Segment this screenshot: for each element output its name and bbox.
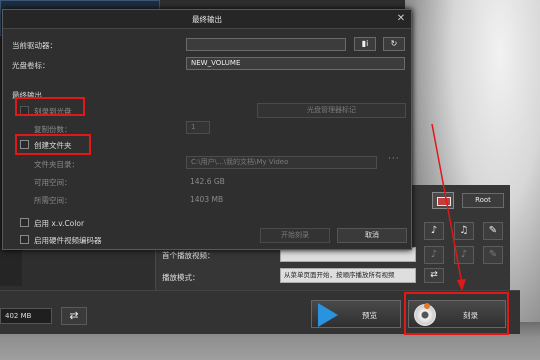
edit-icon[interactable]: ✎: [483, 222, 503, 240]
required-space-value: 1403 MB: [190, 195, 224, 204]
first-video-label: 首个播放视频：: [162, 251, 215, 260]
browse-icon[interactable]: ···: [388, 154, 400, 164]
add-chapter-icon[interactable]: ♪: [424, 246, 444, 264]
final-output-dialog: 最终输出 ✕ 当前驱动器： ▮i ↻ 光盘卷标： NEW_VOLUME 最终输出…: [2, 9, 412, 250]
disc-manager-button[interactable]: 光盘管理器标记: [257, 103, 406, 118]
disc-volume-input[interactable]: NEW_VOLUME: [186, 57, 405, 70]
copies-input[interactable]: 1: [186, 121, 210, 134]
refresh-icon[interactable]: ↻: [383, 37, 405, 51]
annotation-box-burn-button: [404, 292, 509, 335]
annotation-box-burn-to-disc: [15, 97, 85, 116]
add-music-icon[interactable]: ♪: [424, 222, 444, 240]
image-icon[interactable]: [432, 192, 454, 209]
required-space-label: 所需空间：: [34, 196, 72, 205]
xvcolor-label: 启用 x.v.Color: [34, 219, 85, 228]
xvcolor-checkbox[interactable]: [20, 218, 29, 227]
available-space-value: 142.6 GB: [190, 177, 225, 186]
remove-music-icon[interactable]: ♫: [454, 222, 474, 240]
dialog-titlebar: 最终输出 ✕: [3, 10, 411, 29]
disc-info-icon[interactable]: ▮i: [354, 37, 376, 51]
folder-location-label: 文件夹目录：: [34, 160, 79, 169]
hw-encoder-checkbox[interactable]: [20, 235, 29, 244]
playback-mode-select[interactable]: 从菜单页面开始，按顺序播放所有视频: [280, 268, 416, 283]
current-drive-label: 当前驱动器：: [12, 41, 57, 50]
close-icon[interactable]: ✕: [395, 13, 407, 25]
cancel-button[interactable]: 取消: [337, 228, 407, 243]
play-icon: [318, 303, 338, 327]
playback-swap-icon[interactable]: ⇄: [424, 268, 444, 283]
preview-label: 预览: [362, 311, 377, 320]
playback-mode-label: 播放模式：: [162, 273, 200, 282]
root-button[interactable]: Root: [462, 193, 504, 208]
start-burn-button[interactable]: 开始刻录: [260, 228, 330, 243]
disc-size-field: 402 MB: [0, 308, 52, 324]
current-drive-select[interactable]: [186, 38, 346, 51]
preview-button[interactable]: 预览: [311, 300, 401, 328]
available-space-label: 可用空间：: [34, 178, 72, 187]
edit-chapter-icon[interactable]: ✎: [483, 246, 503, 264]
swap-icon[interactable]: ⇄: [61, 307, 87, 325]
annotation-box-create-folder: [15, 134, 91, 155]
folder-location-input[interactable]: C:\用户\...\我的文档\My Video: [186, 156, 377, 169]
hw-encoder-label: 启用硬件视频编码器: [34, 236, 102, 245]
dialog-title: 最终输出: [192, 15, 222, 24]
remove-chapter-icon[interactable]: ♪: [454, 246, 474, 264]
disc-volume-label: 光盘卷标：: [12, 61, 50, 70]
